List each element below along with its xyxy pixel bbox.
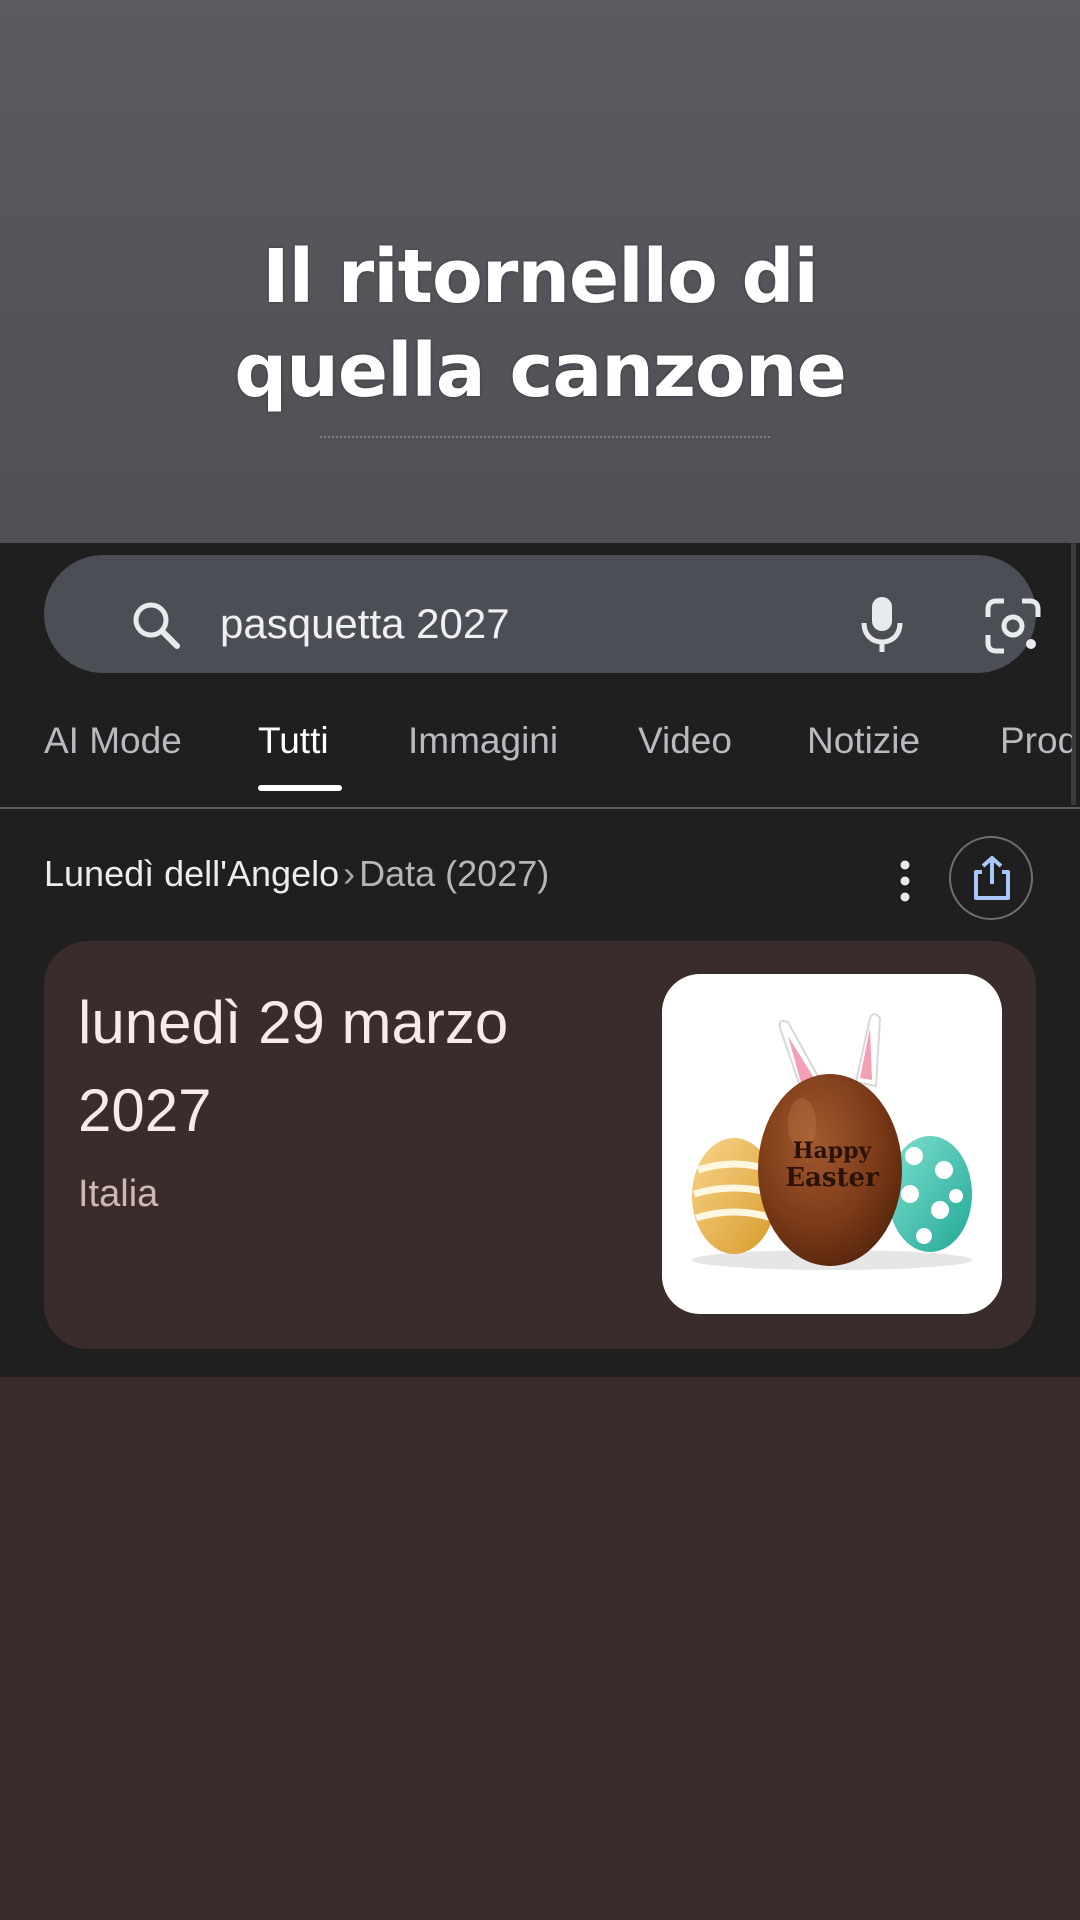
breadcrumb-title[interactable]: Lunedì dell'Angelo [44, 853, 339, 894]
answer-date-line-1: lunedì 29 marzo [78, 989, 509, 1056]
easter-eggs-image[interactable]: Happy Easter [662, 974, 1002, 1314]
video-caption-banner: Il ritornello di quella canzone [0, 0, 1080, 543]
search-bar[interactable]: pasquetta 2027 [44, 555, 1041, 673]
easter-eggs-illustration: Happy Easter [692, 1013, 972, 1270]
tab-immagini[interactable]: Immagini [408, 717, 558, 765]
tab-ai-mode[interactable]: AI Mode [44, 717, 182, 765]
share-button[interactable] [949, 836, 1033, 920]
video-caption-line-1: Il ritornello di [262, 234, 819, 320]
answer-date: lunedì 29 marzo 2027 [78, 979, 588, 1155]
tab-video[interactable]: Video [638, 717, 732, 765]
video-caption-line-2: quella canzone [234, 328, 847, 414]
tabs-divider [0, 807, 1080, 809]
lens-icon[interactable] [984, 597, 1042, 655]
image-text-easter: Easter [785, 1163, 879, 1193]
breadcrumb-subtitle: Data (2027) [359, 853, 550, 894]
image-text-happy: Happy [793, 1138, 873, 1164]
more-options-icon[interactable] [888, 853, 922, 909]
search-input[interactable]: pasquetta 2027 [220, 596, 510, 652]
mic-icon[interactable] [856, 595, 908, 655]
google-search-panel: pasquetta 2027 AI Mode Tutti Immagini Vi… [0, 543, 1080, 1377]
active-tab-indicator [258, 785, 342, 791]
answer-region: Italia [78, 1173, 159, 1215]
tab-tutti[interactable]: Tutti [258, 717, 329, 765]
tab-prodotti[interactable]: Prod [1000, 717, 1072, 765]
video-caption: Il ritornello di quella canzone [0, 230, 1080, 418]
search-icon[interactable] [128, 597, 184, 653]
share-icon [974, 856, 1010, 900]
search-tabs: AI Mode Tutti Immagini Video Notizie Pro… [0, 695, 1072, 805]
answer-date-line-2: 2027 [78, 1077, 212, 1144]
background-below-results [0, 1377, 1080, 1920]
date-answer-card[interactable]: lunedì 29 marzo 2027 Italia Happy Easter [44, 941, 1036, 1349]
faded-caption-line [320, 436, 770, 446]
breadcrumb-separator: › [343, 853, 356, 894]
tab-notizie[interactable]: Notizie [807, 717, 920, 765]
breadcrumb: Lunedì dell'Angelo › Data (2027) [44, 850, 549, 898]
